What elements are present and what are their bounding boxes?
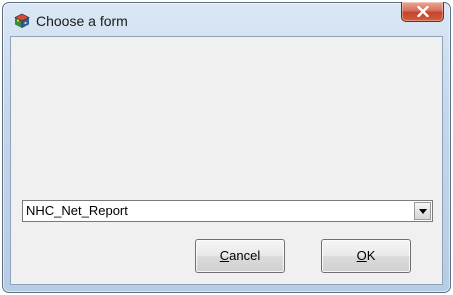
dialog-client-area: NHC_Net_Report Cancel OK (10, 36, 443, 285)
close-icon (417, 6, 429, 17)
form-select-value: NHC_Net_Report (26, 203, 128, 218)
close-button[interactable] (401, 2, 444, 22)
ok-label: K (366, 248, 376, 263)
ok-mnemonic: O (356, 248, 367, 263)
form-select-dropdown[interactable]: NHC_Net_Report (22, 200, 433, 222)
cancel-button[interactable]: Cancel (195, 239, 285, 273)
dropdown-arrow-button[interactable] (414, 202, 431, 220)
cube-icon (14, 13, 30, 29)
cancel-mnemonic: C (219, 248, 230, 263)
window-title: Choose a form (36, 13, 128, 29)
dialog-window: Choose a form NHC_Net_Report Cancel OK (2, 2, 451, 293)
ok-button[interactable]: OK (321, 239, 411, 273)
chevron-down-icon (419, 209, 427, 214)
title-bar[interactable]: Choose a form (3, 2, 450, 37)
cancel-label: ancel (229, 248, 261, 263)
